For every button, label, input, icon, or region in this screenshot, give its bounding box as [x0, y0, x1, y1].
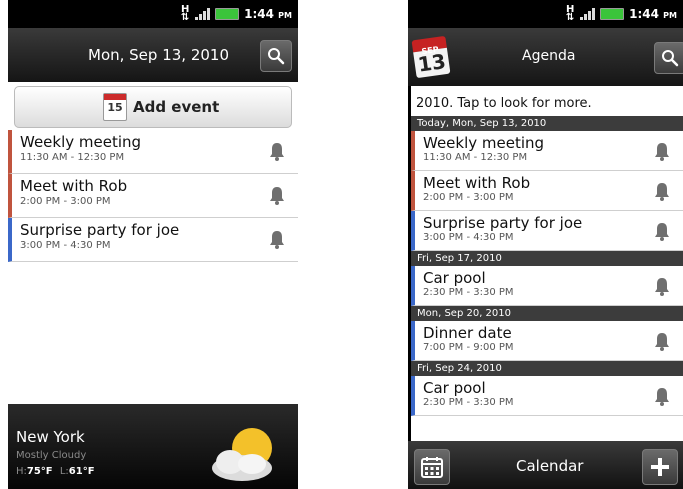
reminder-bell-icon: [270, 143, 284, 161]
reminder-bell-icon: [270, 187, 284, 205]
search-button[interactable]: [654, 42, 683, 74]
clock-ampm: PM: [663, 11, 677, 20]
reminder-bell-icon: [655, 278, 669, 296]
event-time: 2:00 PM - 3:00 PM: [423, 192, 514, 203]
add-event-label: Add event: [133, 98, 220, 116]
weather-condition: Mostly Cloudy: [16, 450, 87, 461]
event-row[interactable]: Surprise party for joe 3:00 PM - 4:30 PM: [8, 218, 298, 262]
event-row[interactable]: Meet with Rob 2:00 PM - 3:00 PM: [411, 171, 683, 211]
event-time: 2:30 PM - 3:30 PM: [423, 287, 514, 298]
clock-time: 1:44: [244, 7, 274, 21]
page-title: Mon, Sep 13, 2010: [88, 46, 229, 64]
event-row[interactable]: Meet with Rob 2:00 PM - 3:00 PM: [8, 174, 298, 218]
weather-widget[interactable]: New York Mostly Cloudy H:75°F L:61°F: [8, 404, 298, 489]
search-icon: [662, 50, 679, 67]
agenda-date-header: Today, Mon, Sep 13, 2010: [411, 116, 683, 131]
agenda-more-hint[interactable]: 2010. Tap to look for more.: [411, 86, 683, 116]
weather-city: New York: [16, 428, 85, 446]
event-row[interactable]: Car pool 2:30 PM - 3:30 PM: [411, 266, 683, 306]
event-row[interactable]: Weekly meeting 11:30 AM - 12:30 PM: [411, 131, 683, 171]
data-network-icon: H ⇅: [180, 4, 190, 23]
weather-high: 75°F: [26, 466, 53, 477]
battery-icon: [600, 8, 625, 20]
weather-temps: H:75°F L:61°F: [16, 466, 95, 477]
agenda-date-header: Fri, Sep 24, 2010: [411, 361, 683, 376]
reminder-bell-icon: [655, 143, 669, 161]
clock-ampm: PM: [278, 11, 292, 20]
event-title: Car pool: [423, 379, 486, 397]
agenda-more-hint-text: 2010. Tap to look for more.: [416, 96, 592, 111]
title-bar: Mon, Sep 13, 2010: [8, 28, 298, 82]
event-time: 2:00 PM - 3:00 PM: [20, 196, 111, 207]
calendar-add-icon: 15: [103, 93, 127, 121]
weather-low-label: L:: [59, 466, 69, 477]
add-event-button[interactable]: 15 Add event: [14, 86, 292, 128]
event-title: Meet with Rob: [423, 174, 531, 192]
agenda-groups: Today, Mon, Sep 13, 2010 Weekly meeting 11…: [411, 116, 683, 416]
search-button[interactable]: [260, 40, 292, 72]
calendar-tab-label[interactable]: Calendar: [516, 457, 583, 475]
search-icon: [268, 48, 285, 65]
title-bar: SEP 13 Agenda: [408, 28, 683, 86]
month-view-button[interactable]: [414, 449, 450, 485]
agenda-view-screen: H⇅ 1:44 PM SEP 13 Agenda 2010. Tap: [408, 0, 683, 489]
agenda-date-header: Mon, Sep 20, 2010: [411, 306, 683, 321]
reminder-bell-icon: [655, 183, 669, 201]
event-row[interactable]: Surprise party for joe 3:00 PM - 4:30 PM: [411, 211, 683, 251]
event-row[interactable]: Car pool 2:30 PM - 3:30 PM: [411, 376, 683, 416]
event-time: 2:30 PM - 3:30 PM: [423, 397, 514, 408]
reminder-bell-icon: [655, 388, 669, 406]
partly-cloudy-icon: [212, 428, 272, 481]
reminder-bell-icon: [655, 223, 669, 241]
calendar-add-icon-day: 15: [107, 101, 123, 114]
signal-strength-icon: [195, 8, 211, 20]
reminder-bell-icon: [655, 333, 669, 351]
page-title: Agenda: [522, 48, 576, 64]
calendar-logo-icon: SEP 13: [411, 35, 451, 79]
event-title: Dinner date: [423, 324, 512, 342]
clock-time: 1:44: [629, 7, 659, 21]
event-title: Car pool: [423, 269, 486, 287]
calendar-grid-icon: [421, 457, 443, 478]
event-row[interactable]: Dinner date 7:00 PM - 9:00 PM: [411, 321, 683, 361]
event-list: 15 Add event Weekly meeting 11:30 AM - 12…: [8, 82, 298, 404]
weather-high-label: H:: [16, 466, 27, 477]
event-time: 7:00 PM - 9:00 PM: [423, 342, 514, 353]
data-network-icon: H ⇅: [565, 4, 575, 23]
event-time: 3:00 PM - 4:30 PM: [20, 240, 111, 251]
day-view-screen: H ⇅ 1:44 PM Mon, Sep 13, 2010 15 Add even…: [8, 0, 298, 489]
add-button[interactable]: [642, 449, 678, 485]
weather-low: 61°F: [68, 466, 95, 477]
event-time: 3:00 PM - 4:30 PM: [423, 232, 514, 243]
agenda-list[interactable]: 2010. Tap to look for more. Today, Mon, …: [411, 86, 683, 441]
event-title: Meet with Rob: [20, 177, 128, 195]
event-row[interactable]: Weekly meeting 11:30 AM - 12:30 PM: [8, 130, 298, 174]
day-events: Weekly meeting 11:30 AM - 12:30 PM Meet wi…: [8, 130, 298, 262]
reminder-bell-icon: [270, 231, 284, 249]
status-bar: H ⇅ 1:44 PM: [8, 0, 298, 28]
event-title: Weekly meeting: [20, 133, 142, 151]
event-title: Weekly meeting: [423, 134, 545, 152]
status-bar: H ⇅ 1:44 PM: [408, 0, 683, 28]
event-title: Surprise party for joe: [20, 221, 180, 239]
logo-day: 13: [416, 49, 448, 77]
signal-strength-icon: [580, 8, 596, 20]
plus-icon: [651, 458, 669, 476]
event-time: 11:30 AM - 12:30 PM: [423, 152, 528, 163]
event-time: 11:30 AM - 12:30 PM: [20, 152, 125, 163]
bottom-bar: Calendar: [408, 441, 683, 489]
event-title: Surprise party for joe: [423, 214, 583, 232]
agenda-date-header: Fri, Sep 17, 2010: [411, 251, 683, 266]
battery-icon: [215, 8, 240, 20]
